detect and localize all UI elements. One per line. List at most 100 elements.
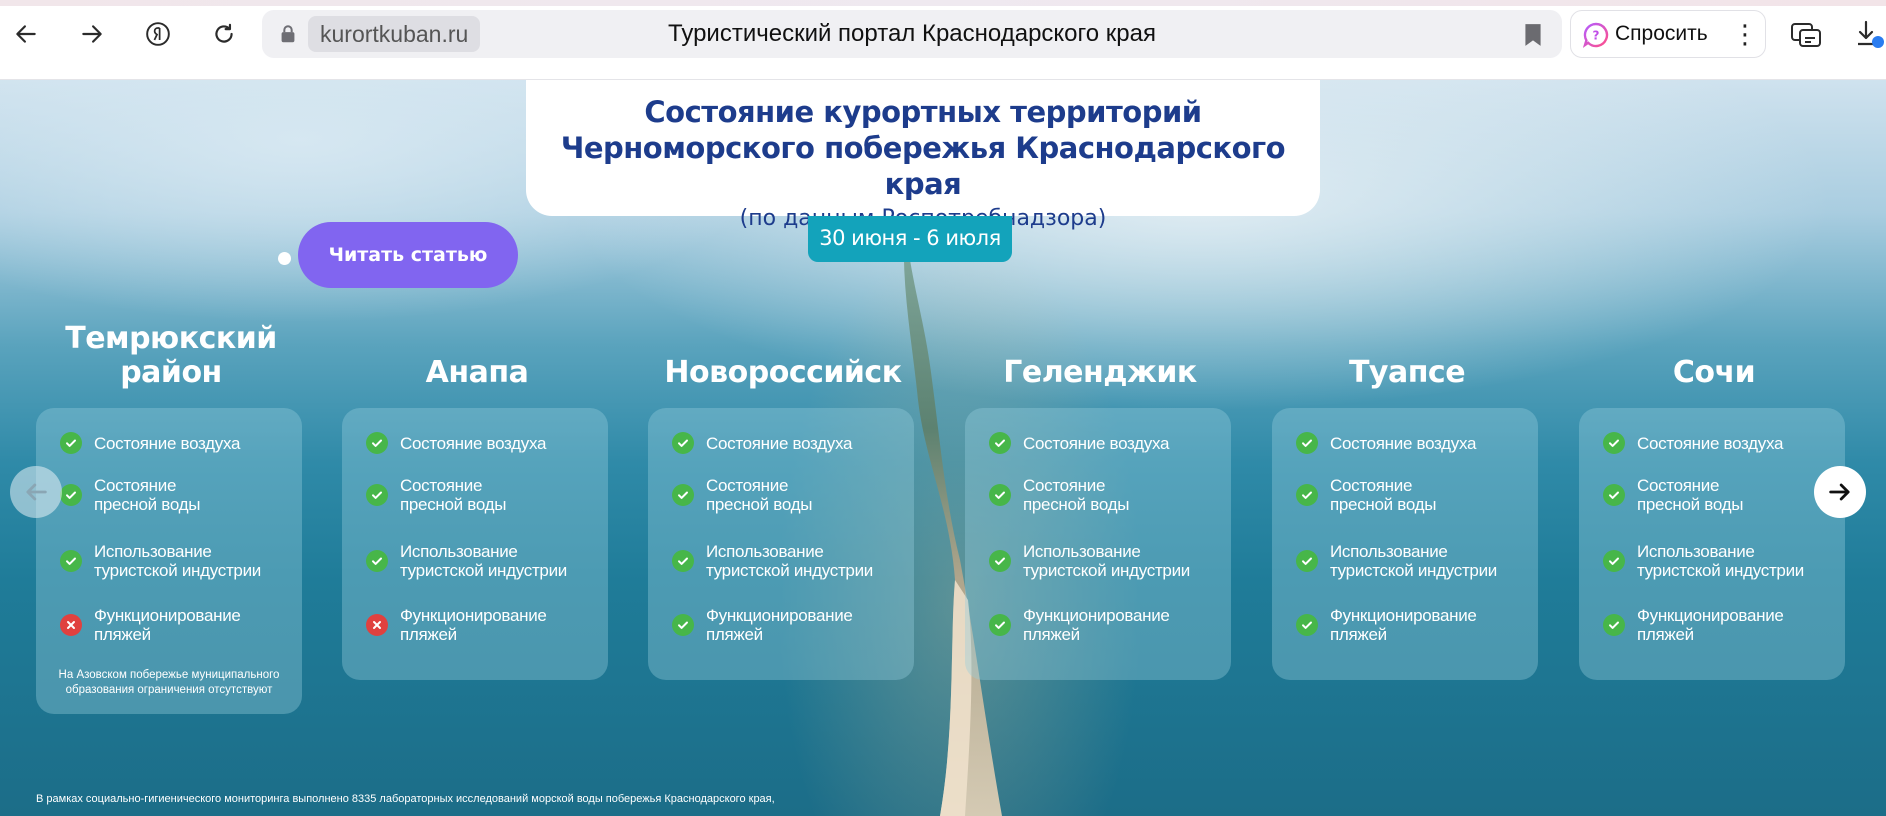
- ask-label: Спросить: [1615, 22, 1708, 45]
- download-icon: [1858, 20, 1884, 48]
- status-label: Состояние пресной воды: [1023, 476, 1129, 514]
- status-item: Функционирование пляжей: [1296, 606, 1532, 644]
- status-label-line1: Функционирование: [1023, 606, 1170, 625]
- status-card: Состояние воздуха Состояние пресной воды Ис…: [1579, 408, 1845, 680]
- check-icon: [60, 432, 82, 454]
- status-label-line1: Функционирование: [1637, 606, 1784, 625]
- status-label-line2: пресной воды: [400, 495, 507, 514]
- footnote-line1: В рамках социально-гигиенического монито…: [36, 793, 775, 805]
- status-label-line2: туристской индустрии: [706, 561, 873, 580]
- status-item: Функционирование пляжей: [989, 606, 1225, 644]
- status-label: Функционирование пляжей: [94, 606, 241, 644]
- status-label: Состояние пресной воды: [706, 476, 812, 514]
- extensions-icon: [1791, 23, 1821, 47]
- ask-alice-button[interactable]: ? Спросить ⋮: [1570, 10, 1766, 58]
- city-name: Темрюкский район: [36, 300, 306, 390]
- status-label-line2: туристской индустрии: [1637, 561, 1804, 580]
- status-item: Использование туристской индустрии: [672, 542, 908, 580]
- check-icon: [366, 484, 388, 506]
- check-icon: [60, 550, 82, 572]
- status-label-line2: пресной воды: [706, 495, 813, 514]
- bookmark-icon[interactable]: [1522, 22, 1544, 48]
- city-name: Новороссийск: [648, 300, 918, 390]
- status-label-line2: туристской индустрии: [1023, 561, 1190, 580]
- back-icon: [16, 25, 36, 43]
- slider-next-button[interactable]: [1814, 466, 1866, 518]
- cross-icon: [366, 614, 388, 636]
- tab-strip-edge: [0, 0, 1886, 6]
- status-item: Состояние воздуха: [60, 432, 296, 454]
- city-name-line1: Туапсе: [1348, 355, 1466, 390]
- check-icon: [989, 484, 1011, 506]
- status-label-line2: пляжей: [706, 625, 763, 644]
- status-item: Функционирование пляжей: [1603, 606, 1839, 644]
- status-label-line1: Состояние: [706, 476, 789, 495]
- city-name-line1: Геленджик: [1003, 355, 1197, 390]
- check-icon: [1296, 484, 1318, 506]
- status-item: Состояние пресной воды: [989, 476, 1225, 514]
- read-article-button[interactable]: Читать статью: [298, 222, 518, 288]
- monitoring-footnote: В рамках социально-гигиенического монито…: [36, 792, 775, 806]
- status-label-line1: Использование: [94, 542, 212, 561]
- address-bar[interactable]: kurortkuban.ru Туристический портал Крас…: [262, 10, 1562, 58]
- status-label-line1: Состояние воздуха: [400, 433, 547, 453]
- status-label: Состояние пресной воды: [94, 476, 200, 514]
- check-icon: [1603, 484, 1625, 506]
- status-label-line2: туристской индустрии: [1330, 561, 1497, 580]
- status-card: Состояние воздуха Состояние пресной воды Ис…: [965, 408, 1231, 680]
- check-icon: [60, 484, 82, 506]
- city-name: Анапа: [342, 300, 612, 390]
- status-label: Использование туристской индустрии: [1637, 542, 1804, 580]
- status-label-line1: Состояние воздуха: [94, 433, 241, 453]
- status-item: Состояние пресной воды: [1603, 476, 1839, 514]
- status-item: Состояние пресной воды: [366, 476, 602, 514]
- check-icon: [366, 550, 388, 572]
- lock-icon[interactable]: [274, 20, 302, 48]
- status-label: Состояние пресной воды: [1637, 476, 1743, 514]
- status-item: Использование туристской индустрии: [60, 542, 296, 580]
- alice-icon: ?: [1583, 22, 1609, 48]
- status-label: Состояние воздуха: [1330, 434, 1476, 453]
- address-domain[interactable]: kurortkuban.ru: [308, 16, 481, 52]
- date-range-badge: 30 июня - 6 июля: [808, 216, 1012, 262]
- status-item: Функционирование пляжей: [366, 606, 602, 644]
- yandex-icon: [146, 22, 170, 46]
- status-card: Состояние воздуха Состояние пресной воды Ис…: [342, 408, 608, 680]
- forward-button[interactable]: [72, 14, 112, 54]
- back-button[interactable]: [6, 14, 46, 54]
- status-label-line1: Использование: [1637, 542, 1755, 561]
- check-icon: [1296, 550, 1318, 572]
- status-label-line1: Использование: [1023, 542, 1141, 561]
- status-item: Состояние воздуха: [366, 432, 602, 454]
- status-label: Использование туристской индустрии: [706, 542, 873, 580]
- forward-icon: [82, 25, 102, 43]
- status-label: Функционирование пляжей: [1330, 606, 1477, 644]
- status-item: Состояние воздуха: [1603, 432, 1839, 454]
- slider-prev-button[interactable]: [10, 466, 62, 518]
- check-icon: [672, 432, 694, 454]
- city-name-line1: Сочи: [1672, 355, 1756, 390]
- hero-section: Состояние курортных территорий Черноморс…: [0, 80, 1886, 816]
- status-label: Функционирование пляжей: [706, 606, 853, 644]
- extensions-button[interactable]: [1786, 14, 1826, 54]
- status-item: Состояние воздуха: [989, 432, 1225, 454]
- status-item: Состояние пресной воды: [672, 476, 908, 514]
- city-name-line1: Темрюкский: [65, 321, 277, 356]
- status-card: Состояние воздуха Состояние пресной воды Ис…: [1272, 408, 1538, 680]
- status-label-line1: Функционирование: [1330, 606, 1477, 625]
- downloads-button[interactable]: [1852, 14, 1886, 54]
- status-label-line1: Функционирование: [94, 606, 241, 625]
- status-label-line1: Состояние воздуха: [706, 433, 853, 453]
- status-label-line2: туристской индустрии: [400, 561, 567, 580]
- check-icon: [989, 550, 1011, 572]
- browser-toolbar: kurortkuban.ru Туристический портал Крас…: [0, 0, 1886, 80]
- yandex-home-button[interactable]: [138, 14, 178, 54]
- status-label-line1: Состояние воздуха: [1023, 433, 1170, 453]
- reload-button[interactable]: [204, 14, 244, 54]
- more-icon[interactable]: ⋮: [1732, 19, 1758, 49]
- pager-dot[interactable]: [278, 252, 291, 265]
- status-label-line1: Функционирование: [706, 606, 853, 625]
- status-label-line2: туристской индустрии: [94, 561, 261, 580]
- card-note-line: На Азовском побережье муниципального: [58, 669, 280, 681]
- status-label: Функционирование пляжей: [400, 606, 547, 644]
